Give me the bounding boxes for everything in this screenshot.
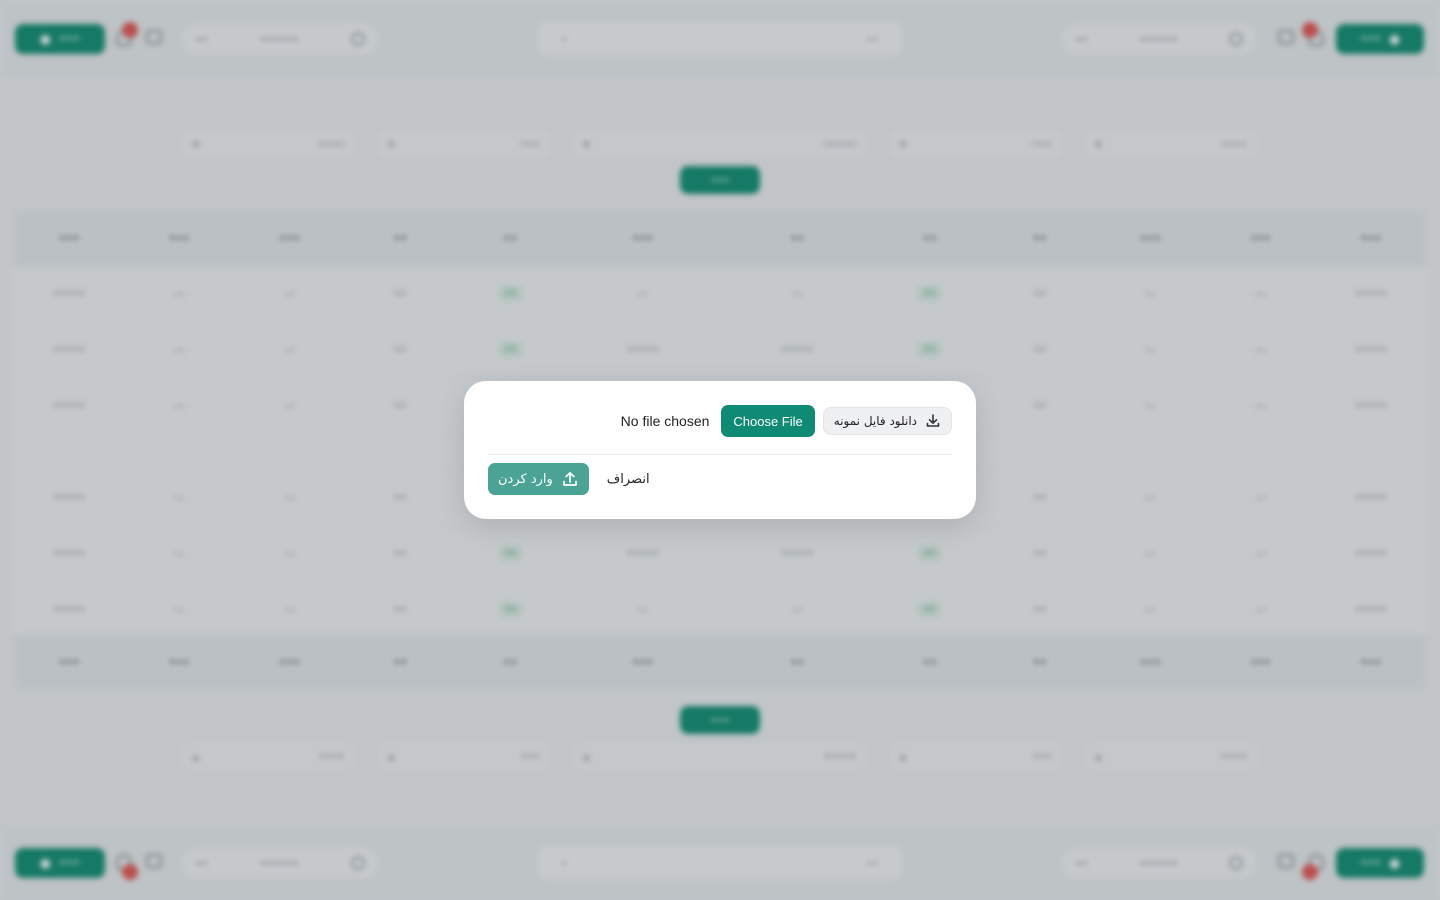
import-label: وارد کردن xyxy=(498,471,553,487)
dialog-actions: انصراف وارد کردن xyxy=(488,463,952,495)
download-sample-button[interactable]: دانلود فایل نمونه xyxy=(822,407,952,435)
dialog-divider xyxy=(488,454,952,455)
file-select-row: دانلود فایل نمونه Choose File No file ch… xyxy=(488,405,952,437)
download-sample-label: دانلود فایل نمونه xyxy=(833,414,917,428)
choose-file-button[interactable]: Choose File xyxy=(721,405,815,437)
download-icon xyxy=(926,414,940,427)
import-button[interactable]: وارد کردن xyxy=(488,463,589,495)
cancel-button[interactable]: انصراف xyxy=(607,472,650,487)
import-dialog: دانلود فایل نمونه Choose File No file ch… xyxy=(464,381,976,519)
file-status-text: No file chosen xyxy=(620,413,710,429)
upload-icon xyxy=(562,471,577,486)
